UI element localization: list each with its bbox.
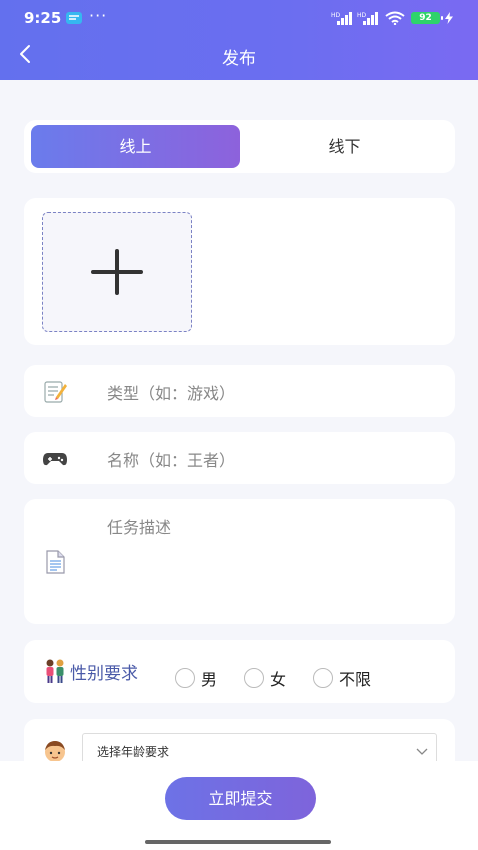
submit-button[interactable]: 立即提交 [165, 777, 316, 820]
status-time: 9:25 [24, 9, 62, 27]
gender-female-label[interactable]: 女 [270, 666, 286, 690]
tab-online[interactable]: 线上 [31, 125, 240, 168]
gender-female-radio[interactable] [244, 668, 264, 688]
gender-male-label[interactable]: 男 [201, 666, 217, 690]
chevron-down-icon [416, 748, 428, 755]
description-field[interactable]: 任务描述 [24, 499, 455, 624]
bottom-action-bar: 立即提交 [0, 761, 478, 850]
gamepad-icon [43, 453, 67, 466]
home-indicator[interactable] [145, 840, 331, 844]
name-field[interactable]: 名称（如：王者） [24, 432, 455, 484]
gender-male-radio[interactable] [175, 668, 195, 688]
type-field[interactable]: 类型（如：游戏） [24, 365, 455, 417]
battery-icon: 92 [411, 12, 443, 24]
header: 9:25 ··· HD HD 92 发布 [0, 0, 478, 80]
image-upload-card [24, 198, 455, 345]
status-bar: 9:25 ··· HD HD 92 [0, 0, 478, 36]
gender-any-radio[interactable] [313, 668, 333, 688]
wifi-icon [385, 11, 405, 25]
gender-any-label[interactable]: 不限 [339, 666, 371, 690]
page-title: 发布 [222, 49, 256, 69]
document-icon [46, 550, 65, 574]
signal-icon: HD [357, 12, 378, 25]
image-upload-button[interactable] [42, 212, 192, 332]
svg-text:HD: HD [331, 12, 341, 19]
mode-tabs: 线上 线下 [24, 120, 455, 173]
gender-requirement: 性别要求 男 女 不限 [24, 640, 455, 703]
charging-icon [445, 12, 453, 24]
tab-offline[interactable]: 线下 [240, 125, 449, 168]
memo-pencil-icon [44, 381, 67, 403]
name-input-placeholder: 名称（如：王者） [107, 451, 236, 470]
age-select-value: 选择年龄要求 [97, 745, 170, 759]
description-placeholder: 任务描述 [107, 518, 172, 537]
gender-label: 性别要求 [70, 664, 138, 684]
svg-text:HD: HD [357, 12, 367, 19]
type-input-placeholder: 类型（如：游戏） [107, 384, 236, 403]
more-notifications-icon: ··· [89, 6, 108, 25]
couple-icon [46, 659, 64, 683]
message-icon [66, 12, 82, 24]
plus-icon [91, 249, 143, 295]
signal-icon: HD [331, 12, 352, 25]
